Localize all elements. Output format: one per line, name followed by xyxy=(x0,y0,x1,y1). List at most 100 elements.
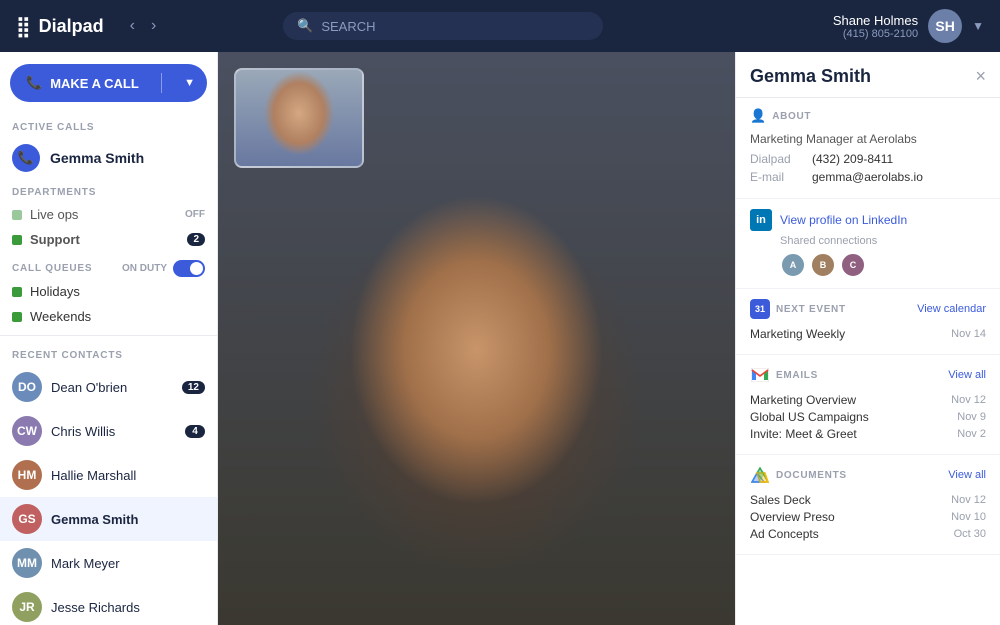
next-event-section-header: 31 NEXT EVENT View calendar xyxy=(750,299,986,319)
queue-item-holidays: Holidays xyxy=(0,279,217,304)
contact-name: Mark Meyer xyxy=(51,556,120,571)
about-title: Marketing Manager at Aerolabs xyxy=(750,132,986,146)
button-divider xyxy=(161,73,162,93)
email-list: Marketing Overview Nov 12 Global US Camp… xyxy=(750,393,986,441)
email-date: Nov 12 xyxy=(951,394,986,406)
nav-back-button[interactable]: ‹ xyxy=(124,13,141,39)
doc-name: Overview Preso xyxy=(750,510,835,524)
emails-section: EMAILS View all Marketing Overview Nov 1… xyxy=(736,355,1000,455)
chevron-down-icon[interactable]: ▼ xyxy=(972,19,984,33)
contact-name: Dean O'brien xyxy=(51,380,127,395)
dialpad-label: Dialpad xyxy=(750,152,802,166)
contact-avatar: JR xyxy=(12,592,42,622)
contact-item[interactable]: DO Dean O'brien 12 xyxy=(0,365,217,409)
queue-name: Weekends xyxy=(30,309,91,324)
right-panel: Gemma Smith × 👤 ABOUT Marketing Manager … xyxy=(735,52,1000,625)
chevron-down-icon: ▼ xyxy=(184,77,207,89)
dept-item-liveops: Live ops OFF xyxy=(0,202,217,227)
contact-item[interactable]: JR Jesse Richards xyxy=(0,585,217,625)
dept-color-indicator xyxy=(12,210,22,220)
doc-date: Nov 10 xyxy=(951,511,986,523)
sidebar: 📞 MAKE A CALL ▼ ACTIVE CALLS 📞 Gemma Smi… xyxy=(0,52,218,625)
dept-name: Support xyxy=(30,232,80,247)
top-navigation: ⣿ Dialpad ‹ › 🔍 Shane Holmes (415) 805-2… xyxy=(0,0,1000,52)
email-info-row: E-mail gemma@aerolabs.io xyxy=(750,170,986,184)
active-calls-label: ACTIVE CALLS xyxy=(0,114,217,137)
active-call-item[interactable]: 📞 Gemma Smith xyxy=(0,137,217,179)
contact-avatar: MM xyxy=(12,548,42,578)
email-row: Invite: Meet & Greet Nov 2 xyxy=(750,427,986,441)
contact-item[interactable]: CW Chris Willis 4 xyxy=(0,409,217,453)
next-event-label: NEXT EVENT xyxy=(776,304,846,315)
contact-list: DO Dean O'brien 12 CW Chris Willis 4 HM … xyxy=(0,365,217,625)
doc-date: Nov 12 xyxy=(951,494,986,506)
shared-avatar: A xyxy=(780,252,806,278)
linkedin-icon: in xyxy=(750,209,772,231)
close-button[interactable]: × xyxy=(975,66,986,87)
next-event-section: 31 NEXT EVENT View calendar Marketing We… xyxy=(736,289,1000,355)
calendar-icon: 31 xyxy=(750,299,770,319)
doc-name: Ad Concepts xyxy=(750,527,819,541)
queue-color-indicator xyxy=(12,287,22,297)
logo-icon: ⣿ xyxy=(16,14,31,39)
nav-forward-button[interactable]: › xyxy=(145,13,162,39)
email-name: Invite: Meet & Greet xyxy=(750,427,857,441)
contact-avatar: CW xyxy=(12,416,42,446)
shared-connections-label: Shared connections xyxy=(780,235,986,247)
recent-contacts-label: RECENT CONTACTS xyxy=(0,342,217,365)
contact-item[interactable]: MM Mark Meyer xyxy=(0,541,217,585)
documents-label: DOCUMENTS xyxy=(776,470,847,481)
about-section: 👤 ABOUT Marketing Manager at Aerolabs Di… xyxy=(736,98,1000,199)
about-label: ABOUT xyxy=(772,111,811,122)
contact-item[interactable]: HM Hallie Marshall xyxy=(0,453,217,497)
contact-avatar: DO xyxy=(12,372,42,402)
dept-name: Live ops xyxy=(30,207,78,222)
person-icon: 👤 xyxy=(750,108,766,124)
view-all-docs-link[interactable]: View all xyxy=(948,469,986,481)
contact-item[interactable]: GS Gemma Smith xyxy=(0,497,217,541)
queue-name: Holidays xyxy=(30,284,80,299)
linkedin-section: in View profile on LinkedIn Shared conne… xyxy=(736,199,1000,289)
email-value: gemma@aerolabs.io xyxy=(812,170,923,184)
search-input[interactable] xyxy=(321,19,589,34)
make-call-label: MAKE A CALL xyxy=(50,76,139,91)
shared-avatar: B xyxy=(810,252,836,278)
documents-section-header: DOCUMENTS View all xyxy=(750,465,986,485)
contact-badge: 12 xyxy=(182,381,205,394)
panel-contact-name: Gemma Smith xyxy=(750,66,871,87)
nav-arrows: ‹ › xyxy=(124,13,163,39)
documents-section: DOCUMENTS View all Sales Deck Nov 12 Ove… xyxy=(736,455,1000,555)
on-duty-toggle[interactable] xyxy=(173,260,205,277)
app-name: Dialpad xyxy=(39,16,104,37)
emails-label: EMAILS xyxy=(776,370,818,381)
call-queues-row: CALL QUEUES ON DUTY xyxy=(0,258,217,279)
email-name: Global US Campaigns xyxy=(750,410,869,424)
on-duty-label: ON DUTY xyxy=(122,263,167,274)
doc-row: Sales Deck Nov 12 xyxy=(750,493,986,507)
email-name: Marketing Overview xyxy=(750,393,856,407)
about-section-header: 👤 ABOUT xyxy=(750,108,986,124)
user-text: Shane Holmes (415) 805-2100 xyxy=(833,13,918,40)
view-all-emails-link[interactable]: View all xyxy=(948,369,986,381)
queue-color-indicator xyxy=(12,312,22,322)
view-calendar-link[interactable]: View calendar xyxy=(917,303,986,315)
contact-badge: 4 xyxy=(185,425,205,438)
user-name: Shane Holmes xyxy=(833,13,918,28)
contact-name: Gemma Smith xyxy=(51,512,138,527)
shared-avatar: C xyxy=(840,252,866,278)
dept-item-support: Support 2 xyxy=(0,227,217,252)
dialpad-info-row: Dialpad (432) 209-8411 xyxy=(750,152,986,166)
linkedin-link[interactable]: View profile on LinkedIn xyxy=(780,213,907,227)
search-icon: 🔍 xyxy=(297,18,313,34)
doc-row: Ad Concepts Oct 30 xyxy=(750,527,986,541)
main-video-area xyxy=(218,52,735,625)
phone-icon: 📞 xyxy=(26,75,42,91)
event-row: Marketing Weekly Nov 14 xyxy=(750,327,986,341)
departments-label: DEPARTMENTS xyxy=(0,179,217,202)
dialpad-value: (432) 209-8411 xyxy=(812,152,893,166)
doc-row: Overview Preso Nov 10 xyxy=(750,510,986,524)
logo: ⣿ Dialpad xyxy=(16,14,104,39)
make-call-button[interactable]: 📞 MAKE A CALL ▼ xyxy=(10,64,207,102)
active-call-icon: 📞 xyxy=(12,144,40,172)
shared-connections-avatars: A B C xyxy=(780,252,986,278)
